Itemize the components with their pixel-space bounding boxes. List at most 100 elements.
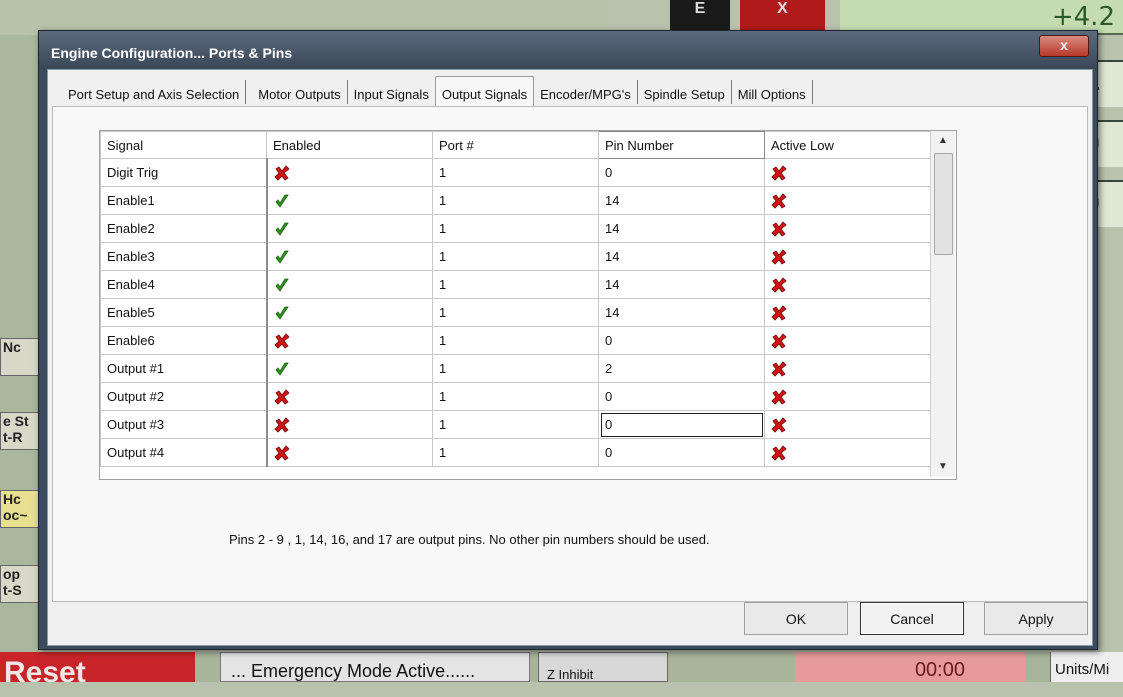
- enabled-cell[interactable]: [266, 186, 433, 215]
- signal-cell[interactable]: Enable2: [100, 214, 268, 243]
- active-low-cell[interactable]: [764, 326, 931, 355]
- column-header-enabled[interactable]: Enabled: [266, 131, 433, 159]
- pin-number-cell[interactable]: 0: [598, 410, 765, 439]
- active-low-cell[interactable]: [764, 298, 931, 327]
- active-low-cell[interactable]: [764, 214, 931, 243]
- table-row[interactable]: Output #1 1 2: [100, 354, 931, 383]
- signal-cell[interactable]: Output #3: [100, 410, 268, 439]
- active-low-cell[interactable]: [764, 438, 931, 467]
- background-stop-button[interactable]: op t-S: [0, 565, 40, 603]
- red-x-icon: [273, 444, 290, 461]
- enabled-cell[interactable]: [266, 382, 433, 411]
- table-row[interactable]: Enable6 1 0: [100, 326, 931, 355]
- apply-button[interactable]: Apply: [984, 602, 1088, 635]
- enabled-cell[interactable]: [266, 438, 433, 467]
- column-header-signal[interactable]: Signal: [100, 131, 267, 159]
- cancel-button[interactable]: Cancel: [860, 602, 964, 635]
- enabled-cell[interactable]: [266, 298, 433, 327]
- close-button[interactable]: x: [1039, 35, 1089, 57]
- red-x-icon: [771, 444, 787, 461]
- tab-mill-options[interactable]: Mill Options: [732, 80, 813, 104]
- active-low-cell[interactable]: [764, 382, 931, 411]
- tab-output-signals[interactable]: Output Signals: [434, 76, 535, 107]
- signal-cell[interactable]: Digit Trig: [100, 158, 268, 187]
- signals-table: Signal Enabled Port # Pin Number Active …: [100, 131, 931, 467]
- column-header-active-low[interactable]: Active Low: [764, 131, 931, 159]
- green-check-icon: [274, 248, 290, 264]
- background-cycle-start-button[interactable]: e St t-R: [0, 412, 40, 450]
- background-x-button[interactable]: X: [740, 0, 825, 32]
- enabled-cell[interactable]: [266, 158, 433, 187]
- port-cell[interactable]: 1: [432, 382, 599, 411]
- pin-number-cell[interactable]: 14: [598, 186, 765, 215]
- scroll-thumb[interactable]: [934, 153, 953, 255]
- signal-cell[interactable]: Enable5: [100, 298, 268, 327]
- pin-number-cell[interactable]: 14: [598, 298, 765, 327]
- red-x-icon: [771, 220, 787, 237]
- port-cell[interactable]: 1: [432, 326, 599, 355]
- pin-number-cell[interactable]: 14: [598, 270, 765, 299]
- pin-number-cell[interactable]: 0: [598, 382, 765, 411]
- enabled-cell[interactable]: [266, 354, 433, 383]
- pin-number-cell[interactable]: 2: [598, 354, 765, 383]
- pin-number-cell[interactable]: 14: [598, 242, 765, 271]
- signal-cell[interactable]: Output #2: [100, 382, 268, 411]
- pin-number-cell[interactable]: 0: [598, 158, 765, 187]
- tab-motor-outputs[interactable]: Motor Outputs: [252, 80, 348, 104]
- background-elapsed-time: 00:00: [795, 652, 1025, 682]
- active-low-cell[interactable]: [764, 186, 931, 215]
- active-low-cell[interactable]: [764, 242, 931, 271]
- tab-encoder-mpg[interactable]: Encoder/MPG's: [534, 80, 638, 104]
- enabled-cell[interactable]: [266, 410, 433, 439]
- background-feed-hold-button[interactable]: Hc oc~: [0, 490, 40, 528]
- enabled-cell[interactable]: [266, 242, 433, 271]
- port-cell[interactable]: 1: [432, 270, 599, 299]
- tab-port-setup[interactable]: Port Setup and Axis Selection: [66, 80, 247, 104]
- background-z-inhibit-button[interactable]: Z Inhibit: [538, 652, 668, 682]
- pin-number-cell[interactable]: 0: [598, 326, 765, 355]
- port-cell[interactable]: 1: [432, 186, 599, 215]
- signal-cell[interactable]: Output #4: [100, 438, 268, 467]
- ok-button[interactable]: OK: [744, 602, 848, 635]
- table-row[interactable]: Enable1 1 14: [100, 186, 931, 215]
- column-header-pin-number[interactable]: Pin Number: [598, 131, 765, 159]
- port-cell[interactable]: 1: [432, 438, 599, 467]
- active-low-cell[interactable]: [764, 354, 931, 383]
- scroll-down-icon[interactable]: ▼: [931, 457, 955, 477]
- signal-cell[interactable]: Output #1: [100, 354, 268, 383]
- grid-scrollbar[interactable]: ▲ ▼: [930, 131, 955, 477]
- active-low-cell[interactable]: [764, 270, 931, 299]
- signal-cell[interactable]: Enable4: [100, 270, 268, 299]
- table-row[interactable]: Digit Trig 1 0: [100, 158, 931, 187]
- scroll-up-icon[interactable]: ▲: [931, 131, 955, 151]
- enabled-cell[interactable]: [266, 270, 433, 299]
- active-low-cell[interactable]: [764, 158, 931, 187]
- port-cell[interactable]: 1: [432, 214, 599, 243]
- signal-cell[interactable]: Enable6: [100, 326, 268, 355]
- table-row[interactable]: Enable2 1 14: [100, 214, 931, 243]
- enabled-cell[interactable]: [266, 214, 433, 243]
- tab-input-signals[interactable]: Input Signals: [348, 80, 435, 104]
- port-cell[interactable]: 1: [432, 410, 599, 439]
- port-cell[interactable]: 1: [432, 298, 599, 327]
- port-cell[interactable]: 1: [432, 242, 599, 271]
- signal-cell[interactable]: Enable1: [100, 186, 268, 215]
- table-row[interactable]: Enable4 1 14: [100, 270, 931, 299]
- tab-spindle-setup[interactable]: Spindle Setup: [638, 80, 732, 104]
- pin-number-cell[interactable]: 0: [598, 438, 765, 467]
- table-row[interactable]: Output #2 1 0: [100, 382, 931, 411]
- pin-number-cell[interactable]: 14: [598, 214, 765, 243]
- background-e-button[interactable]: E: [670, 0, 730, 32]
- port-cell[interactable]: 1: [432, 354, 599, 383]
- background-units-label: Units/Mi: [1050, 652, 1123, 682]
- port-cell[interactable]: 1: [432, 158, 599, 187]
- table-row[interactable]: Output #4 1 0: [100, 438, 931, 467]
- table-row[interactable]: Enable3 1 14: [100, 242, 931, 271]
- active-low-cell[interactable]: [764, 410, 931, 439]
- table-row[interactable]: Output #3 1 0: [100, 410, 931, 439]
- column-header-port[interactable]: Port #: [432, 131, 599, 159]
- enabled-cell[interactable]: [266, 326, 433, 355]
- table-row[interactable]: Enable5 1 14: [100, 298, 931, 327]
- background-reset-button[interactable]: Reset: [0, 652, 195, 682]
- signal-cell[interactable]: Enable3: [100, 242, 268, 271]
